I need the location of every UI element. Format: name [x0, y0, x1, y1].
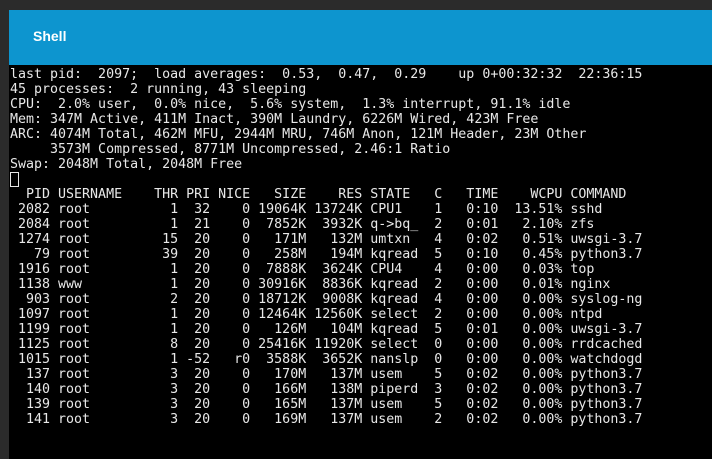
- top-border: [0, 0, 712, 10]
- window-title: Shell: [33, 28, 67, 44]
- process-row: 1097 root 1 20 0 12464K 12560K select 2 …: [10, 307, 603, 322]
- process-row: 903 root 2 20 0 18712K 9008K kqread 4 0:…: [10, 292, 643, 307]
- process-row: 137 root 3 20 0 170M 137M usem 5 0:02 0.…: [10, 367, 643, 382]
- summary-line-mem: Mem: 347M Active, 411M Inact, 390M Laund…: [10, 112, 539, 127]
- summary-line-arc-ratio: 3573M Compressed, 8771M Uncompressed, 2.…: [10, 142, 451, 157]
- summary-line-cpu: CPU: 2.0% user, 0.0% nice, 5.6% system, …: [10, 97, 571, 112]
- summary-line-processes: 45 processes: 2 running, 43 sleeping: [10, 82, 307, 97]
- process-row: 1274 root 15 20 0 171M 132M umtxn 4 0:02…: [10, 232, 643, 247]
- process-row: 1138 www 1 20 0 30916K 8836K kqread 2 0:…: [10, 277, 611, 292]
- process-row: 2084 root 1 21 0 7852K 3932K q->bq_ 2 0:…: [10, 217, 595, 232]
- process-row: 2082 root 1 32 0 19064K 13724K CPU1 1 0:…: [10, 202, 603, 217]
- process-row: 139 root 3 20 0 165M 137M usem 5 0:02 0.…: [10, 397, 643, 412]
- summary-line-swap: Swap: 2048M Total, 2048M Free: [10, 157, 243, 172]
- process-row: 141 root 3 20 0 169M 137M usem 2 0:02 0.…: [10, 412, 643, 427]
- process-table-header: PID USERNAME THR PRI NICE SIZE RES STATE…: [10, 187, 627, 202]
- app-frame: Shell last pid: 2097; load averages: 0.5…: [0, 0, 712, 459]
- process-row: 1916 root 1 20 0 7888K 3624K CPU4 4 0:00…: [10, 262, 595, 277]
- process-row: 79 root 39 20 0 258M 194M kqread 5 0:10 …: [10, 247, 643, 262]
- terminal-cursor: [10, 172, 19, 187]
- summary-line-load: last pid: 2097; load averages: 0.53, 0.4…: [10, 67, 643, 82]
- title-bar: Shell: [9, 10, 712, 65]
- summary-line-arc: ARC: 4074M Total, 462M MFU, 2944M MRU, 7…: [10, 127, 587, 142]
- terminal-output[interactable]: last pid: 2097; load averages: 0.53, 0.4…: [9, 65, 712, 459]
- process-row: 1125 root 8 20 0 25416K 11920K select 0 …: [10, 337, 643, 352]
- process-row: 1199 root 1 20 0 126M 104M kqread 5 0:01…: [10, 322, 643, 337]
- process-row: 1015 root 1 -52 r0 3588K 3652K nanslp 0 …: [10, 352, 643, 367]
- process-row: 140 root 3 20 0 166M 138M piperd 3 0:02 …: [10, 382, 643, 397]
- left-border: [0, 10, 9, 459]
